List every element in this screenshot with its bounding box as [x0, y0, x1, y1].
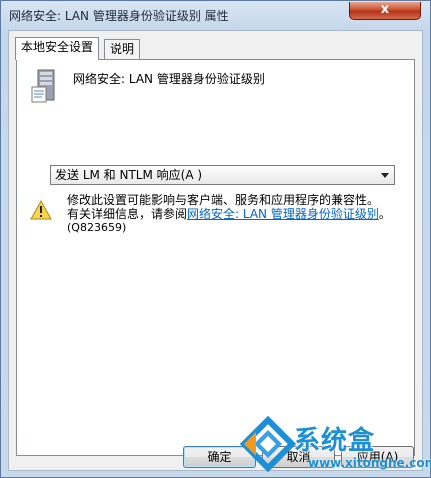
policy-title: 网络安全: LAN 管理器身份验证级别 — [73, 72, 265, 86]
warning-line-1: 修改此设置可能影响与客户端、服务和应用程序的兼容性。 — [67, 193, 380, 207]
watermark-brand: 系统盒 — [294, 426, 376, 456]
dialog-client-area: 本地安全设置 说明 网络安全: LAN 管理器身份验证级别 发送 LM 和 NT… — [8, 30, 423, 471]
server-policy-icon — [31, 69, 55, 103]
tab-local-security-setting[interactable]: 本地安全设置 — [15, 37, 100, 60]
tab-panel: 网络安全: LAN 管理器身份验证级别 发送 LM 和 NTLM 响应(A ) … — [16, 59, 415, 456]
authentication-level-select[interactable]: 发送 LM 和 NTLM 响应(A ) — [50, 165, 395, 185]
compatibility-warning: 修改此设置可能影响与客户端、服务和应用程序的兼容性。 有关详细信息，请参阅网络安… — [67, 193, 407, 235]
select-value: 发送 LM 和 NTLM 响应(A ) — [55, 168, 203, 182]
watermark-url: www.xitonghe.com — [308, 456, 431, 470]
warning-line-2: 有关详细信息，请参阅网络安全: LAN 管理器身份验证级别。 — [67, 207, 407, 221]
warning-suffix: 。 — [378, 207, 391, 221]
tab-explain[interactable]: 说明 — [104, 39, 141, 59]
window-title: 网络安全: LAN 管理器身份验证级别 属性 — [9, 9, 229, 23]
chevron-down-icon[interactable] — [381, 173, 389, 178]
properties-dialog: 网络安全: LAN 管理器身份验证级别 属性 x 本地安全设置 说明 网络安全:… — [0, 0, 431, 478]
close-button[interactable]: x — [349, 2, 421, 20]
site-watermark: 系统盒 www.xitonghe.com — [236, 416, 431, 478]
title-bar[interactable]: 网络安全: LAN 管理器身份验证级别 属性 x — [1, 1, 430, 31]
warning-icon — [30, 200, 52, 220]
warning-prefix: 有关详细信息，请参阅 — [67, 207, 188, 221]
kb-reference: (Q823659) — [67, 221, 127, 234]
watermark-logo-icon — [239, 416, 297, 473]
policy-help-link[interactable]: 网络安全: LAN 管理器身份验证级别 — [187, 207, 379, 221]
